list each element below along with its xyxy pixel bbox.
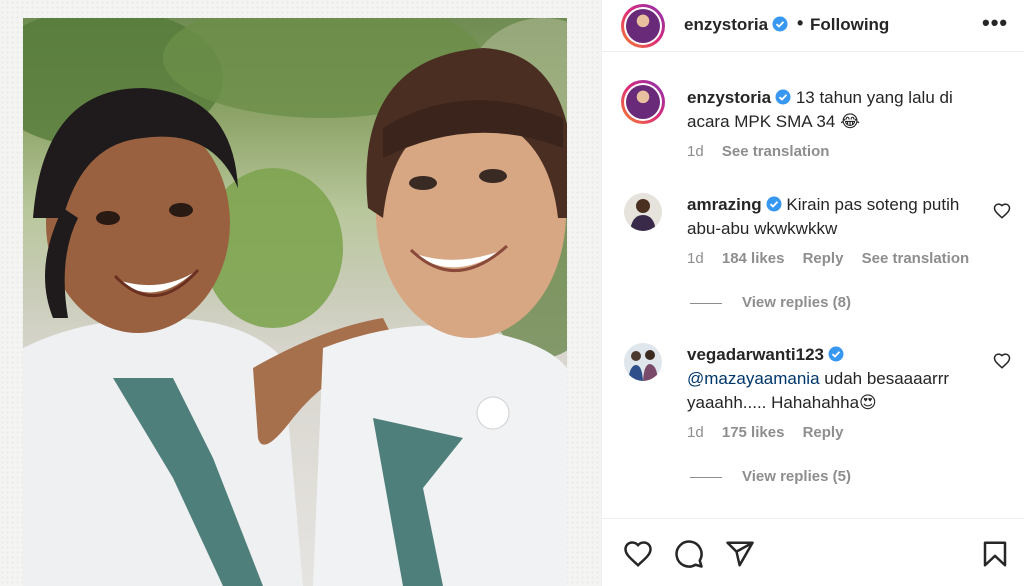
like-comment-heart-icon[interactable] (993, 352, 1011, 370)
verified-badge-icon (772, 16, 788, 32)
photo-illustration (23, 18, 567, 586)
view-replies-button[interactable]: View replies (8) (690, 294, 851, 311)
replies-divider (690, 476, 722, 478)
view-replies-label[interactable]: View replies (5) (742, 468, 851, 485)
author-avatar[interactable] (621, 4, 665, 48)
post-header: enzystoria • Following ••• (602, 0, 1024, 52)
commenter-avatar[interactable] (624, 193, 662, 231)
media-panel (0, 0, 601, 586)
reply-button[interactable]: Reply (803, 424, 844, 441)
comment-meta: 1d 175 likes Reply (687, 424, 857, 441)
reply-button[interactable]: Reply (803, 250, 844, 267)
verified-badge-icon (828, 346, 844, 362)
more-options-icon[interactable]: ••• (982, 10, 1008, 36)
caption-meta: 1d See translation (687, 143, 843, 160)
author-username[interactable]: enzystoria (684, 15, 768, 34)
caption-username[interactable]: enzystoria (687, 88, 771, 107)
comment-time[interactable]: 1d (687, 250, 704, 267)
comment-icon[interactable] (674, 539, 704, 569)
post-actions-bar (602, 518, 1024, 586)
verified-badge-icon (766, 196, 782, 212)
like-comment-heart-icon[interactable] (993, 202, 1011, 220)
comments-panel: enzystoria • Following ••• enzystoria 13… (601, 0, 1024, 586)
caption-avatar[interactable] (621, 80, 665, 124)
send-icon[interactable] (725, 539, 755, 569)
comment-likes[interactable]: 184 likes (722, 250, 785, 267)
view-replies-button[interactable]: View replies (5) (690, 468, 851, 485)
comment-text: vegadarwanti123 @mazayaamania udah besaa… (687, 343, 987, 415)
see-translation-link[interactable]: See translation (862, 250, 970, 267)
replies-divider (690, 302, 722, 304)
caption-text: enzystoria 13 tahun yang lalu di acara M… (687, 86, 987, 134)
comment-username[interactable]: amrazing (687, 195, 762, 214)
bookmark-icon[interactable] (980, 539, 1010, 569)
post-photo[interactable] (23, 18, 567, 586)
separator-dot: • (797, 13, 804, 33)
view-replies-label[interactable]: View replies (8) (742, 294, 851, 311)
heart-eyes-emoji: 😍 (859, 393, 877, 412)
comment-text: amrazing Kirain pas soteng putih abu-abu… (687, 193, 987, 241)
comment-likes[interactable]: 175 likes (722, 424, 785, 441)
mention-link[interactable]: @mazayaamania (687, 369, 820, 388)
see-translation-link[interactable]: See translation (722, 143, 830, 160)
following-button[interactable]: Following (810, 15, 889, 35)
comment-username[interactable]: vegadarwanti123 (687, 345, 824, 364)
comment-meta: 1d 184 likes Reply See translation (687, 250, 983, 267)
heart-icon[interactable] (623, 539, 653, 569)
caption-time[interactable]: 1d (687, 143, 704, 160)
laughing-emoji: 😂 (840, 112, 860, 131)
comment-time[interactable]: 1d (687, 424, 704, 441)
author-name[interactable]: enzystoria (684, 15, 788, 35)
commenter-avatar[interactable] (624, 343, 662, 381)
verified-badge-icon (775, 89, 791, 105)
